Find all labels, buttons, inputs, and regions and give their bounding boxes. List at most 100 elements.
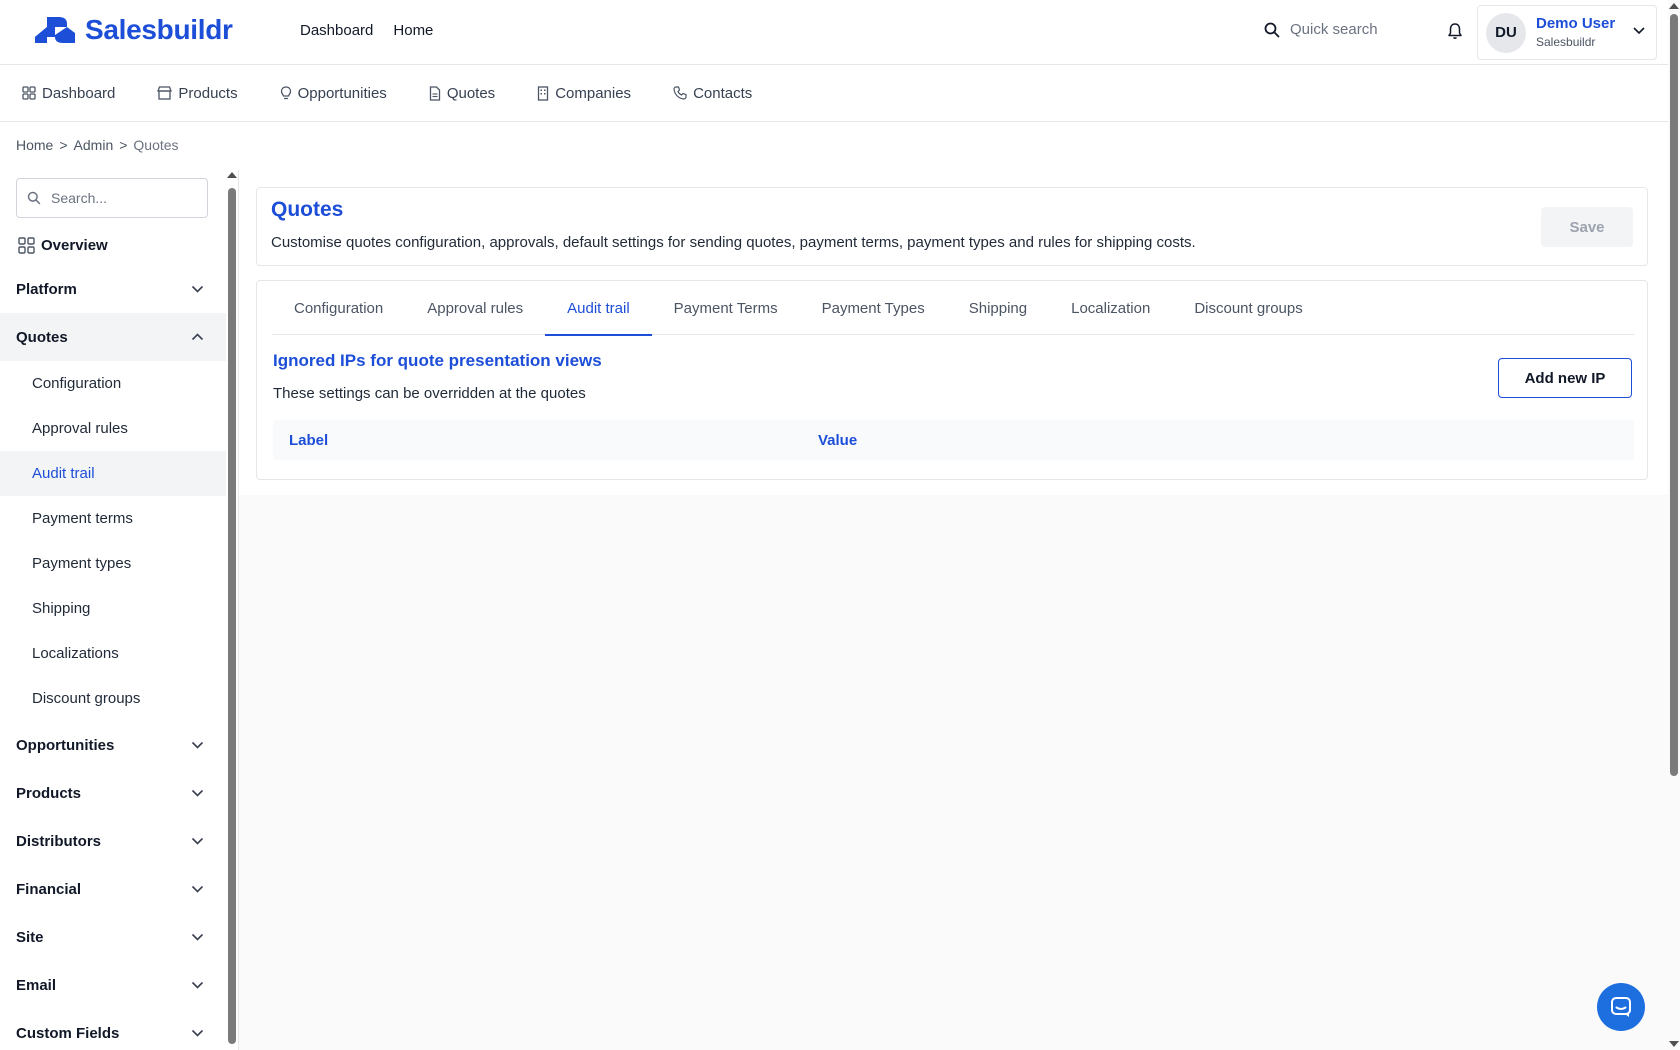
column-header-label[interactable]: Label <box>289 432 328 449</box>
brand-logo[interactable]: Salesbuildr <box>33 14 233 46</box>
sidebar-search-input[interactable] <box>51 190 191 206</box>
quick-search-placeholder[interactable]: Quick search <box>1290 21 1378 38</box>
tab-payment-types[interactable]: Payment Types <box>800 281 947 335</box>
tab-discount-groups[interactable]: Discount groups <box>1172 281 1324 335</box>
tab-configuration[interactable]: Configuration <box>272 281 405 335</box>
settings-tabs: Configuration Approval rules Audit trail… <box>272 281 1634 336</box>
breadcrumb-current: Quotes <box>133 137 179 153</box>
save-button[interactable]: Save <box>1541 207 1633 247</box>
sidebar-group-label: Custom Fields <box>16 1024 120 1042</box>
sidebar-scrollbar[interactable] <box>228 188 236 1044</box>
sidebar-group-label: Quotes <box>16 328 68 346</box>
tab-shipping[interactable]: Shipping <box>947 281 1049 335</box>
subnav-dashboard[interactable]: Dashboard <box>22 85 115 102</box>
subnav-quotes[interactable]: Quotes <box>429 85 495 102</box>
sidebar-item-overview[interactable]: Overview <box>0 225 226 265</box>
sidebar-group-platform[interactable]: Platform <box>0 265 226 313</box>
tab-localization[interactable]: Localization <box>1049 281 1172 335</box>
page-scroll-up-arrow[interactable] <box>1669 3 1679 9</box>
sidebar-item-audit-trail[interactable]: Audit trail <box>0 451 226 496</box>
chat-launcher-button[interactable] <box>1597 983 1645 1031</box>
user-info: Demo User Salesbuildr <box>1536 14 1615 51</box>
main-content: Quotes Customise quotes configuration, a… <box>239 170 1668 1050</box>
add-new-ip-button[interactable]: Add new IP <box>1498 358 1632 398</box>
page-scroll-down-arrow[interactable] <box>1669 1041 1679 1047</box>
chevron-down-icon <box>191 981 204 989</box>
sidebar-menu: Overview Platform Quotes Configuration A… <box>0 225 226 1050</box>
chevron-down-icon <box>191 885 204 893</box>
page-title: Quotes <box>271 198 344 221</box>
chevron-down-icon <box>191 285 204 293</box>
breadcrumb: Home > Admin > Quotes <box>16 137 179 153</box>
chevron-up-icon <box>191 333 204 341</box>
tab-audit-trail[interactable]: Audit trail <box>545 281 652 336</box>
module-nav: Dashboard Products Opportunities Quotes … <box>0 65 1668 122</box>
tab-payment-terms[interactable]: Payment Terms <box>652 281 800 335</box>
avatar: DU <box>1486 12 1526 53</box>
breadcrumb-home[interactable]: Home <box>16 137 53 153</box>
sidebar-group-custom-fields[interactable]: Custom Fields <box>0 1009 226 1050</box>
subnav-opportunities[interactable]: Opportunities <box>280 85 387 102</box>
subnav-contacts-label: Contacts <box>693 84 753 102</box>
bell-icon[interactable] <box>1447 22 1463 45</box>
search-icon <box>27 191 41 205</box>
chevron-down-icon <box>191 1029 204 1037</box>
subnav-products[interactable]: Products <box>157 84 238 102</box>
subnav-companies[interactable]: Companies <box>537 85 631 102</box>
sidebar-item-discount-groups[interactable]: Discount groups <box>0 676 226 721</box>
sidebar-group-quotes[interactable]: Quotes <box>0 313 226 361</box>
sidebar-item-shipping[interactable]: Shipping <box>0 586 226 631</box>
logo-icon <box>35 17 75 43</box>
chevron-down-icon <box>191 789 204 797</box>
subnav-quotes-label: Quotes <box>446 84 496 102</box>
sidebar-group-label: Opportunities <box>16 736 115 754</box>
lightbulb-icon <box>280 85 291 99</box>
top-nav: Dashboard Home <box>300 22 433 39</box>
sidebar-item-localizations[interactable]: Localizations <box>0 631 226 676</box>
subnav-products-label: Products <box>178 84 238 102</box>
sidebar-item-payment-terms[interactable]: Payment terms <box>0 496 226 541</box>
sidebar-group-site[interactable]: Site <box>0 913 226 961</box>
sidebar-item-payment-types[interactable]: Payment types <box>0 541 226 586</box>
subnav-contacts[interactable]: Contacts <box>673 85 752 102</box>
sidebar-group-opportunities[interactable]: Opportunities <box>0 721 226 769</box>
tab-approval-rules[interactable]: Approval rules <box>405 281 545 335</box>
search-icon <box>1264 22 1280 37</box>
store-icon <box>157 86 173 100</box>
sidebar-group-label: Platform <box>16 280 77 298</box>
sidebar-group-products[interactable]: Products <box>0 769 226 817</box>
sidebar-item-configuration[interactable]: Configuration <box>0 361 226 406</box>
phone-icon <box>673 86 687 100</box>
topnav-dashboard[interactable]: Dashboard <box>300 22 373 39</box>
sidebar-group-email[interactable]: Email <box>0 961 226 1009</box>
chat-icon <box>1611 997 1631 1017</box>
sidebar-scroll-up-arrow[interactable] <box>227 172 237 178</box>
user-menu[interactable]: DU Demo User Salesbuildr <box>1477 5 1657 60</box>
chevron-down-icon <box>191 837 204 845</box>
grid-icon <box>22 86 36 100</box>
page-scrollbar[interactable] <box>1670 14 1678 776</box>
sidebar-group-financial[interactable]: Financial <box>0 865 226 913</box>
sidebar-item-label: Overview <box>41 236 108 254</box>
sidebar-search[interactable] <box>16 178 208 218</box>
grid-icon <box>18 236 35 254</box>
page-description: Customise quotes configuration, approval… <box>271 234 1196 251</box>
user-name: Demo User <box>1536 15 1616 32</box>
building-icon <box>538 85 549 101</box>
breadcrumb-separator: > <box>119 137 128 153</box>
section-description: These settings can be overridden at the … <box>273 385 586 402</box>
quick-search[interactable]: Quick search <box>1264 21 1378 38</box>
sidebar-group-label: Products <box>16 784 82 802</box>
document-icon <box>429 85 440 101</box>
chevron-down-icon <box>1633 27 1645 35</box>
table-header: Label Value <box>273 420 1634 460</box>
sidebar-item-approval-rules[interactable]: Approval rules <box>0 406 226 451</box>
page-header-card: Quotes Customise quotes configuration, a… <box>256 187 1648 266</box>
sidebar-group-label: Site <box>16 928 44 946</box>
sidebar-group-label: Financial <box>16 880 82 898</box>
column-header-value[interactable]: Value <box>818 432 857 449</box>
topnav-home[interactable]: Home <box>393 22 433 39</box>
settings-card: Configuration Approval rules Audit trail… <box>256 280 1648 480</box>
sidebar-group-distributors[interactable]: Distributors <box>0 817 226 865</box>
breadcrumb-admin[interactable]: Admin <box>74 137 114 153</box>
